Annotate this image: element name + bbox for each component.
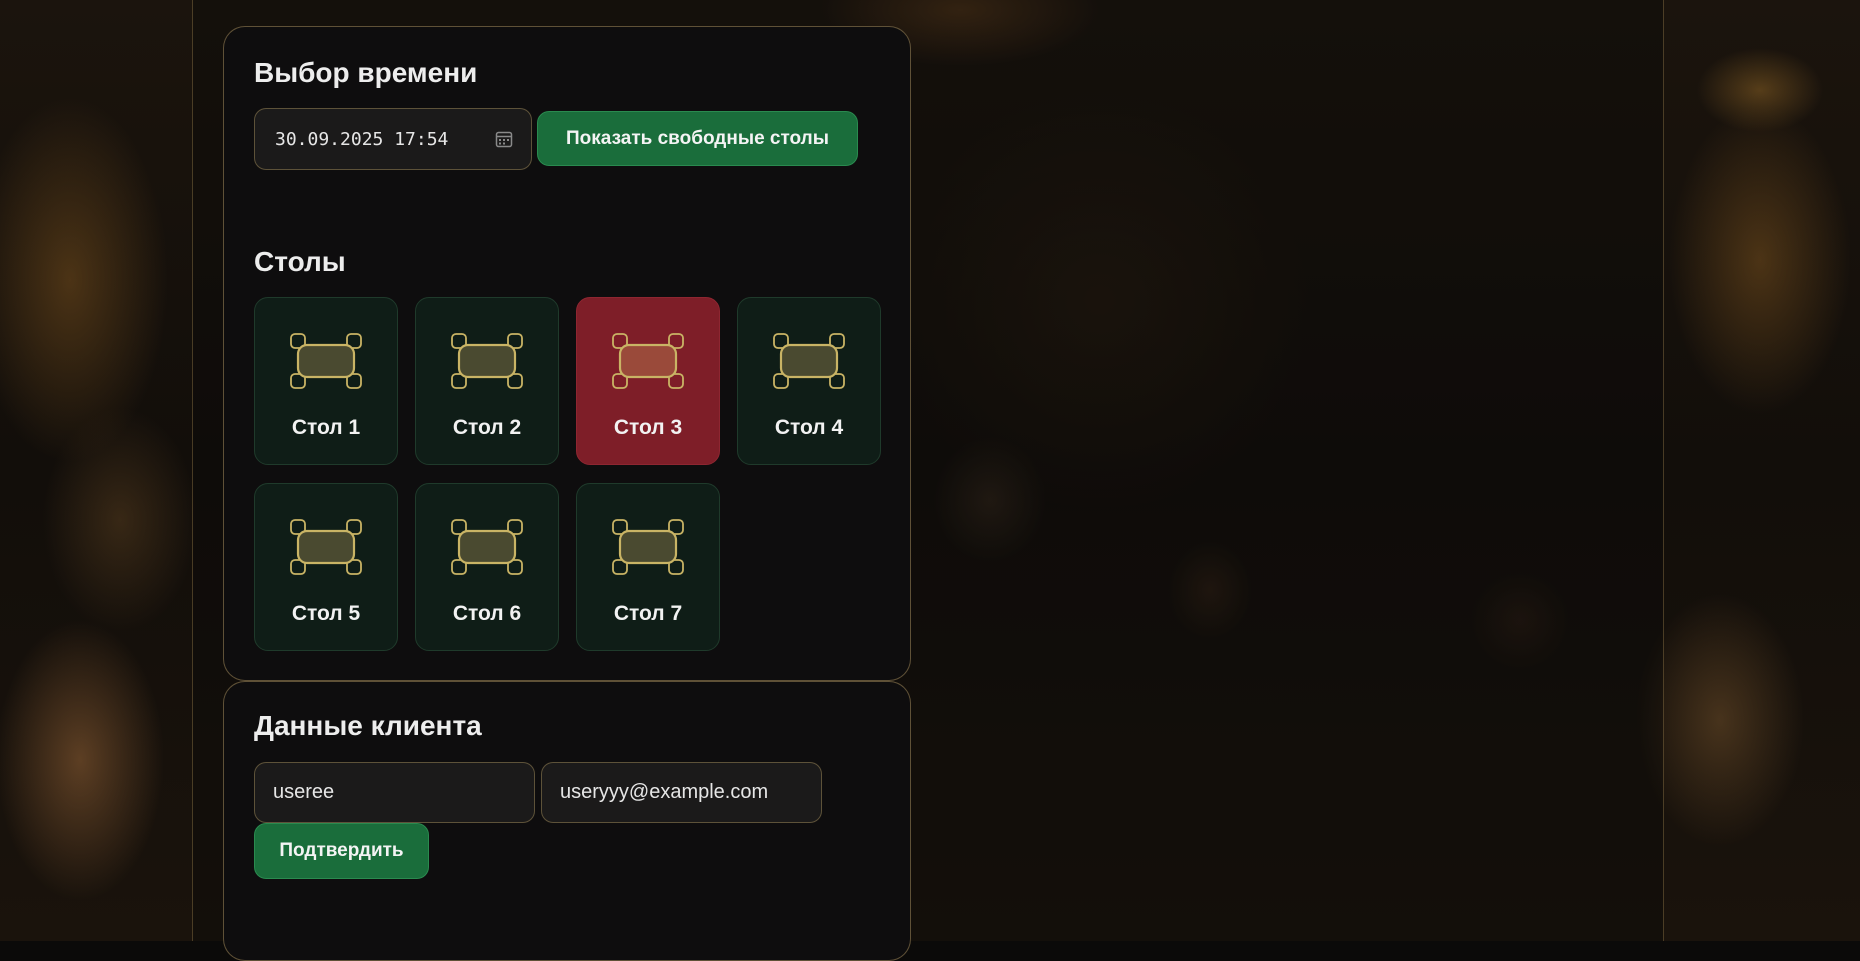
- client-data-card: Данные клиента useree useryyy@example.co…: [223, 681, 911, 961]
- confirm-button[interactable]: Подтвердить: [254, 823, 429, 879]
- table-with-chairs-icon: [290, 333, 362, 389]
- table-tile[interactable]: Стол 5: [254, 483, 398, 651]
- table-with-chairs-icon: [451, 519, 523, 575]
- datetime-value: 30.09.2025 17:54: [275, 128, 449, 150]
- table-with-chairs-icon: [612, 333, 684, 389]
- client-section-title: Данные клиента: [254, 710, 482, 741]
- tables-section-title: Столы: [254, 246, 346, 277]
- table-tile[interactable]: Стол 3: [576, 297, 720, 465]
- table-label: Стол 2: [452, 416, 522, 439]
- calendar-icon[interactable]: [495, 130, 513, 148]
- table-with-chairs-icon: [290, 519, 362, 575]
- table-with-chairs-icon: [451, 333, 523, 389]
- email-input[interactable]: useryyy@example.com: [541, 762, 822, 823]
- name-input[interactable]: useree: [254, 762, 535, 823]
- table-with-chairs-icon: [773, 333, 845, 389]
- table-label: Стол 4: [774, 416, 844, 439]
- table-label: Стол 6: [452, 602, 522, 625]
- time-section-title: Выбор времени: [254, 57, 478, 88]
- table-tile[interactable]: Стол 6: [415, 483, 559, 651]
- table-label: Стол 1: [291, 416, 361, 439]
- table-with-chairs-icon: [612, 519, 684, 575]
- datetime-input[interactable]: 30.09.2025 17:54: [254, 108, 532, 170]
- time-selection-card: Выбор времени 30.09.2025 17:54 Показать …: [223, 26, 911, 681]
- table-label: Стол 5: [291, 602, 361, 625]
- table-label: Стол 7: [613, 602, 683, 625]
- table-tile[interactable]: Стол 4: [737, 297, 881, 465]
- table-tile[interactable]: Стол 1: [254, 297, 398, 465]
- table-label: Стол 3: [613, 416, 683, 439]
- table-tile[interactable]: Стол 7: [576, 483, 720, 651]
- show-free-tables-button[interactable]: Показать свободные столы: [537, 111, 858, 166]
- table-tile[interactable]: Стол 2: [415, 297, 559, 465]
